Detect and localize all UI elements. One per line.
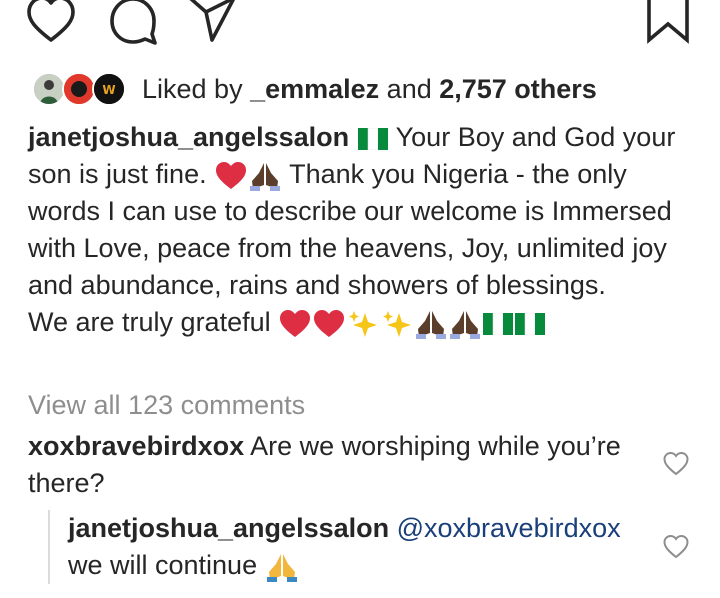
- reply-item: janetjoshua_angelssalon @xoxbravebirdxox…: [68, 510, 658, 584]
- nigeria-flag-icon: [357, 127, 388, 150]
- likes-summary[interactable]: Liked by _emmalez and 2,757 others: [142, 72, 597, 106]
- avatar: W: [92, 72, 126, 106]
- comment-like-icon[interactable]: [663, 452, 689, 476]
- praying-hands-icon: [449, 309, 481, 339]
- view-all-comments-link[interactable]: View all 123 comments: [28, 388, 305, 422]
- likes-middle: and: [379, 74, 440, 104]
- comment-item: xoxbravebirdxox Are we worshiping while …: [28, 428, 643, 502]
- reply-username[interactable]: janetjoshua_angelssalon: [68, 513, 389, 543]
- red-heart-icon: [313, 309, 345, 338]
- reply-thread-line: [48, 510, 50, 584]
- praying-hands-icon: [266, 552, 298, 582]
- likes-prefix: Liked by: [142, 74, 251, 104]
- sparkles-icon: [347, 309, 379, 339]
- red-heart-icon: [279, 309, 311, 338]
- sparkles-icon: [381, 309, 413, 339]
- praying-hands-icon: [249, 161, 281, 191]
- svg-text:W: W: [102, 83, 115, 97]
- caption-text-3: We are truly grateful: [28, 307, 279, 337]
- praying-hands-icon: [415, 309, 447, 339]
- caption-username[interactable]: janetjoshua_angelssalon: [28, 122, 349, 152]
- reply-text: we will continue: [68, 550, 265, 580]
- reply-mention[interactable]: @xoxbravebirdxox: [389, 513, 621, 543]
- avatar: [32, 72, 66, 106]
- likes-count[interactable]: 2,757 others: [439, 74, 597, 104]
- nigeria-flag-icon: [515, 312, 546, 335]
- comment-username[interactable]: xoxbravebirdxox: [28, 431, 244, 461]
- post-caption: janetjoshua_angelssalon Your Boy and God…: [28, 119, 698, 341]
- red-heart-icon: [215, 161, 247, 190]
- comment-icon[interactable]: [108, 0, 158, 46]
- bookmark-icon[interactable]: [646, 0, 690, 44]
- reply-like-icon[interactable]: [663, 535, 689, 559]
- liker-username[interactable]: _emmalez: [250, 74, 379, 104]
- avatar: [62, 72, 96, 106]
- share-icon[interactable]: [186, 0, 238, 44]
- nigeria-flag-icon: [483, 312, 514, 335]
- like-icon[interactable]: [26, 0, 76, 44]
- liker-avatars[interactable]: W: [30, 70, 130, 110]
